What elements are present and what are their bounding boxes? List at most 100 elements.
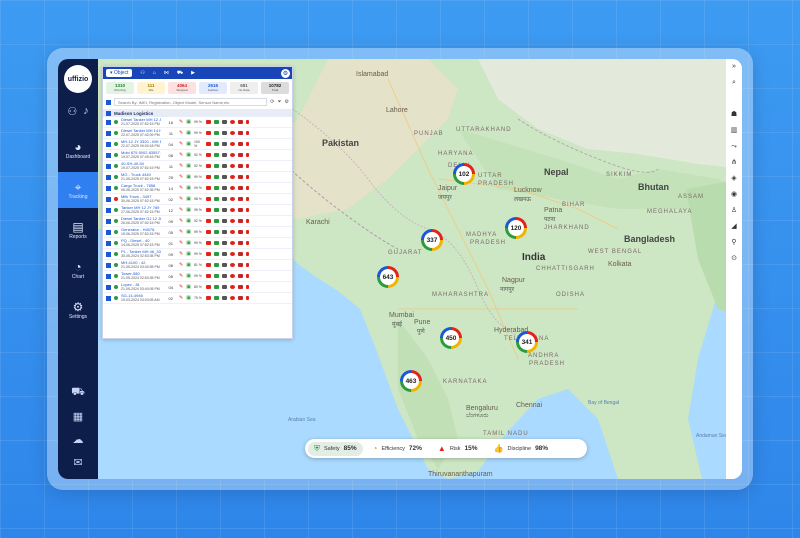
fuel-icon[interactable] (205, 131, 211, 135)
alert-icon[interactable] (229, 219, 235, 223)
lock-icon[interactable]: ▣ (186, 240, 191, 246)
vehicle-row[interactable]: Lopez - 81 21-05-2024 03:40:05 PM 04 ✎ ▣ 80 % (103, 282, 292, 293)
lock-icon[interactable]: ▣ (186, 251, 191, 257)
vehicle-row[interactable]: 40-SH-40-54 19-07-2025 07:52:19 PM 11 ✎ ▣ 92 … (103, 161, 292, 172)
alert-icon[interactable] (229, 252, 235, 256)
score-efficiency[interactable]: ◔ Efficiency 72% (367, 442, 428, 456)
alert-icon[interactable] (229, 164, 235, 168)
fuel-icon[interactable] (205, 274, 211, 278)
signal-icon[interactable] (213, 120, 219, 124)
alert-icon[interactable] (229, 175, 235, 179)
wrench-icon[interactable]: ✎ (179, 207, 183, 213)
video-icon[interactable] (221, 131, 227, 135)
signal-icon[interactable] (213, 263, 219, 267)
lock-icon[interactable]: ▣ (186, 141, 191, 147)
tag-icon[interactable]: ◈ (731, 171, 736, 187)
signal-icon[interactable] (213, 142, 219, 146)
route-tab-icon[interactable]: ⋈ (164, 70, 169, 76)
wrench-icon[interactable]: ✎ (179, 185, 183, 191)
row-checkbox[interactable] (106, 284, 111, 290)
cart-icon[interactable]: ⛟ (71, 386, 85, 400)
row-checkbox[interactable] (106, 273, 111, 279)
person-icon[interactable]: ♙ (731, 203, 737, 219)
fuel-icon[interactable] (205, 285, 211, 289)
trash-icon[interactable] (245, 230, 249, 234)
trash-icon[interactable] (245, 219, 249, 223)
alert-icon[interactable] (229, 296, 235, 300)
wrench-icon[interactable]: ✎ (179, 295, 183, 301)
vehicle-row[interactable]: Diesel Tanker MH 14 HR...22-07-2025 07:4… (103, 128, 292, 139)
fuel-icon[interactable] (205, 263, 211, 267)
wrench-icon[interactable]: ✎ (179, 284, 183, 290)
search-icon[interactable]: ⌕ (732, 75, 736, 91)
nav-item-chart[interactable]: ◔ Chart (58, 252, 98, 288)
row-checkbox[interactable] (106, 163, 111, 169)
lock-icon[interactable]: ▣ (186, 185, 191, 191)
fuel-icon[interactable] (205, 175, 211, 179)
lock-icon[interactable]: ▣ (186, 218, 191, 224)
trash-icon[interactable] (245, 197, 249, 201)
grid-icon[interactable]: ▦ (73, 410, 83, 423)
fuel-icon[interactable] (205, 164, 211, 168)
score-discipline[interactable]: 👍 Discipline 98% (488, 442, 555, 456)
fuel-icon[interactable] (205, 252, 211, 256)
status-count-running[interactable]: 1310 Running (106, 82, 134, 94)
alert-icon[interactable] (229, 241, 235, 245)
row-checkbox[interactable] (106, 196, 111, 202)
wrench-icon[interactable]: ✎ (179, 163, 183, 169)
expand-icon[interactable]: » (732, 59, 736, 75)
lock-icon[interactable]: ▣ (186, 284, 191, 290)
camera-icon[interactable] (237, 285, 243, 289)
video-tab-icon[interactable]: ▶ (191, 70, 195, 76)
vehicle-row[interactable]: PL - Tanker MH 46_33 30-05-2024 02:53:35 … (103, 249, 292, 260)
vehicle-row[interactable]: MH-4100 - 42 21-05-2024 03:40:35 PM 08 ✎ ▣ 81… (103, 260, 292, 271)
vehicle-row[interactable]: Milk Truck - 3497 30-06-2025 07:52:15 PM 0… (103, 194, 292, 205)
lock-icon[interactable]: ▣ (186, 130, 191, 136)
alert-icon[interactable] (229, 208, 235, 212)
lock-icon[interactable]: ▣ (186, 152, 191, 158)
trash-icon[interactable] (245, 164, 249, 168)
camera-icon[interactable] (237, 197, 243, 201)
camera-icon[interactable] (237, 142, 243, 146)
wrench-icon[interactable]: ✎ (179, 218, 183, 224)
lock-icon[interactable]: ▣ (186, 174, 191, 180)
trash-icon[interactable] (245, 175, 249, 179)
bell-icon[interactable]: ♪ (83, 105, 89, 118)
signal-icon[interactable] (213, 230, 219, 234)
video-icon[interactable] (221, 241, 227, 245)
video-icon[interactable] (221, 219, 227, 223)
trash-icon[interactable] (245, 142, 249, 146)
app-logo[interactable]: uffizio (64, 65, 92, 93)
wrench-icon[interactable]: ✎ (179, 141, 183, 147)
fuel-icon[interactable] (205, 241, 211, 245)
filter-icon[interactable]: ⏷ (278, 99, 282, 105)
camera-icon[interactable] (237, 186, 243, 190)
route-icon[interactable]: ⤳ (731, 139, 737, 155)
video-icon[interactable] (221, 274, 227, 278)
signal-icon[interactable] (213, 285, 219, 289)
status-count-stopped[interactable]: 4064 Stopped (168, 82, 196, 94)
wrench-icon[interactable]: ✎ (179, 174, 183, 180)
wrench-icon[interactable]: ✎ (179, 240, 183, 246)
vehicle-row[interactable]: Generator - H4578 15-06-2025 07:52:15 PM 0… (103, 227, 292, 238)
video-icon[interactable] (221, 153, 227, 157)
fuel-icon[interactable] (205, 120, 211, 124)
fuel-icon[interactable] (205, 142, 211, 146)
row-checkbox[interactable] (106, 174, 111, 180)
lock-icon[interactable]: ▣ (186, 163, 191, 169)
vehicle-row[interactable]: Mobi 875 5002 83557... 19-07-2025 07:49:1… (103, 150, 292, 161)
video-icon[interactable] (221, 208, 227, 212)
signal-icon[interactable] (213, 131, 219, 135)
fuel-icon[interactable] (205, 296, 211, 300)
score-safety[interactable]: ⛨ Safety 85% (308, 441, 363, 456)
signal-icon[interactable] (213, 241, 219, 245)
vehicle-row[interactable]: Diesel Tanker MH 12 JY 7...21-07-2025 07… (103, 117, 292, 128)
trash-icon[interactable] (245, 296, 249, 300)
lock-icon[interactable]: ▣ (186, 273, 191, 279)
video-icon[interactable] (221, 197, 227, 201)
user-tab-icon[interactable]: ⚇ (140, 70, 144, 76)
vehicle-cluster-marker[interactable]: 120 (505, 217, 527, 239)
row-checkbox[interactable] (106, 119, 111, 125)
camera-icon[interactable] (237, 153, 243, 157)
row-checkbox[interactable] (106, 295, 111, 301)
